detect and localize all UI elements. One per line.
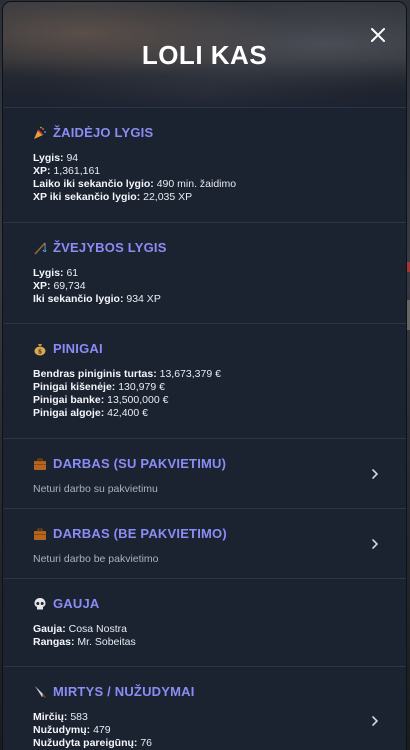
section-player-level: ŽAIDĖJO LYGIS Lygis: 94 XP: 1,361,161 La… xyxy=(3,107,406,222)
section-heading: $ PINIGAI xyxy=(33,341,376,356)
stat-row: Rangas: Mr. Sobeitas xyxy=(33,636,136,648)
fishing-pole-icon xyxy=(34,241,47,255)
stat-row: Mirčių: 583 xyxy=(33,711,88,723)
briefcase-icon xyxy=(34,528,46,540)
section-fishing-level: ŽVEJYBOS LYGIS Lygis: 61 XP: 69,734 Iki … xyxy=(3,222,406,323)
player-info-modal: LOLI KAS ŽAIDĖJO LYGIS Lygis: 94 XP: 1,3… xyxy=(3,2,406,750)
section-title: PINIGAI xyxy=(53,341,103,356)
close-icon xyxy=(371,28,385,42)
section-title: DARBAS (SU PAKVIETIMU) xyxy=(53,456,227,471)
section-heading: ŽVEJYBOS LYGIS xyxy=(33,240,376,255)
section-job-noinvite[interactable]: DARBAS (BE PAKVIETIMO) Neturi darbo be p… xyxy=(3,508,406,578)
section-job-invite[interactable]: DARBAS (SU PAKVIETIMU) Neturi darbo su p… xyxy=(3,438,406,508)
stat-row: Gauja: Cosa Nostra xyxy=(33,623,127,635)
stat-row: Laiko iki sekančio lygio: 490 min. žaidi… xyxy=(33,178,237,190)
modal-header: LOLI KAS xyxy=(3,2,406,107)
section-title: DARBAS (BE PAKVIETIMO) xyxy=(53,526,227,541)
section-title: GAUJA xyxy=(53,596,100,611)
section-heading: MIRTYS / NUŽUDYMAI xyxy=(33,684,376,699)
section-gang: GAUJA Gauja: Cosa Nostra Rangas: Mr. Sob… xyxy=(3,578,406,666)
briefcase-icon xyxy=(34,458,46,470)
section-title: ŽAIDĖJO LYGIS xyxy=(53,125,154,140)
section-title: ŽVEJYBOS LYGIS xyxy=(53,240,167,255)
stat-row: Nužudyta pareigūnų: 76 xyxy=(33,737,153,749)
stat-row: Pinigai algoje: 42,400 € xyxy=(33,407,148,419)
stat-row: Iki sekančio lygio: 934 XP xyxy=(33,293,161,305)
section-text: Neturi darbo su pakvietimu xyxy=(33,483,158,495)
close-button[interactable] xyxy=(367,24,389,46)
knife-icon xyxy=(35,685,46,698)
section-heading: ŽAIDĖJO LYGIS xyxy=(33,125,376,140)
stat-row: Bendras piniginis turtas: 13,673,379 € xyxy=(33,368,221,380)
section-heading: DARBAS (BE PAKVIETIMO) xyxy=(33,526,376,541)
stat-row: XP iki sekančio lygio: 22,035 XP xyxy=(33,191,193,203)
stat-row: Lygis: 61 xyxy=(33,267,79,279)
chevron-right-icon xyxy=(372,469,379,479)
section-title: MIRTYS / NUŽUDYMAI xyxy=(53,684,195,699)
stat-row: Nužudymų: 479 xyxy=(33,724,111,736)
section-heading: DARBAS (SU PAKVIETIMU) xyxy=(33,456,376,471)
section-money: $ PINIGAI Bendras piniginis turtas: 13,6… xyxy=(3,323,406,438)
section-heading: GAUJA xyxy=(33,596,376,611)
section-deaths-kills[interactable]: MIRTYS / NUŽUDYMAI Mirčių: 583 Nužudymų:… xyxy=(3,666,406,750)
section-text: Neturi darbo be pakvietimo xyxy=(33,553,159,565)
stat-row: Pinigai banke: 13,500,000 € xyxy=(33,394,169,406)
skull-icon xyxy=(34,597,46,609)
stat-row: XP: 69,734 xyxy=(33,280,86,292)
chevron-right-icon xyxy=(372,716,379,726)
money-bag-icon: $ xyxy=(34,343,46,355)
modal-title: LOLI KAS xyxy=(141,40,268,70)
svg-text:$: $ xyxy=(38,348,42,355)
stat-row: Lygis: 94 xyxy=(33,152,79,164)
party-popper-icon xyxy=(34,126,46,139)
chevron-right-icon xyxy=(372,539,379,549)
backdrop-detail xyxy=(406,262,410,272)
stat-row: XP: 1,361,161 xyxy=(33,165,101,177)
stat-row: Pinigai kišenėje: 130,979 € xyxy=(33,381,165,393)
